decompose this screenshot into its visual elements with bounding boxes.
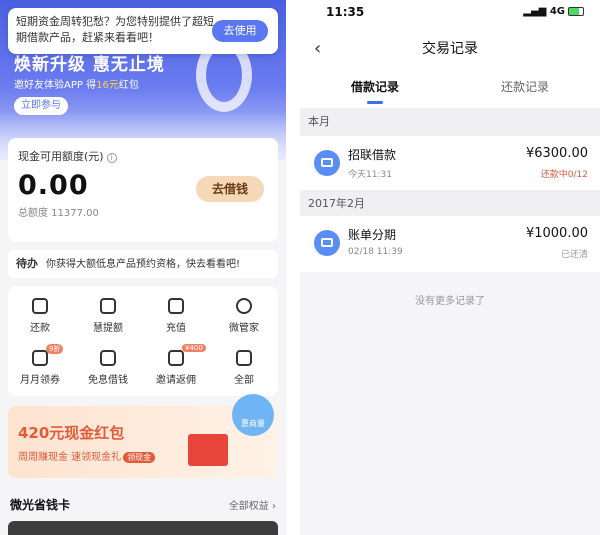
- grid-item-interest-free[interactable]: 免息借钱: [78, 350, 138, 386]
- floating-bubble[interactable]: 惠商量: [232, 394, 274, 436]
- grid-item-repay[interactable]: 还款: [10, 298, 70, 334]
- month-header: 2017年2月: [300, 190, 600, 218]
- butler-icon: [236, 298, 252, 314]
- info-icon[interactable]: i: [106, 153, 117, 163]
- tab-bar: 借款记录 还款记录: [300, 72, 600, 108]
- page-title: 交易记录: [422, 41, 478, 57]
- status-bar: 11:35 ▂▄▆ 4G: [300, 0, 600, 24]
- chevron-right-icon: ›: [272, 501, 276, 512]
- todo-label: 待办: [16, 257, 38, 270]
- status-time: 11:35: [326, 5, 365, 19]
- grid-item-coupon[interactable]: 9折 月月领券: [10, 344, 70, 386]
- loan-icon: [314, 150, 340, 176]
- raise-limit-icon: [100, 298, 116, 314]
- battery-icon: [568, 6, 584, 16]
- invite-tag: ¥400: [182, 344, 206, 352]
- grid-item-butler[interactable]: 微管家: [214, 298, 274, 334]
- recharge-icon: [168, 298, 184, 314]
- transaction-records-screen: 11:35 ▂▄▆ 4G ‹ 交易记录 借款记录 还款记录 本月 招联借款 今天…: [300, 0, 600, 535]
- month-header: 本月: [300, 108, 600, 136]
- promo-subtitle: 周周赚现金 速领现金礼 领现金: [18, 448, 156, 463]
- borrow-button[interactable]: 去借钱: [196, 176, 264, 202]
- total-limit: 总额度 11377.00: [18, 208, 99, 219]
- network-type: 4G: [549, 6, 565, 17]
- todo-text: 你获得大额低息产品预约资格，快去看看吧!: [46, 259, 241, 270]
- todo-bar[interactable]: 待办 你获得大额低息产品预约资格，快去看看吧!: [8, 250, 278, 278]
- record-time: 今天11:31: [348, 170, 392, 180]
- grid-item-recharge[interactable]: 充值: [146, 298, 206, 334]
- coupon-icon: [32, 350, 48, 366]
- record-amount: ¥1000.00: [525, 226, 588, 241]
- use-button[interactable]: 去使用: [212, 20, 268, 42]
- signal-icon: ▂▄▆: [523, 6, 547, 17]
- all-benefits-link[interactable]: 全部权益 ›: [229, 497, 276, 512]
- repay-icon: [32, 298, 48, 314]
- no-more-records: 没有更多记录了: [415, 296, 485, 307]
- notification-text: 短期资金周转犯愁？为您特别提供了超短期借款产品，赶紧来看看吧！: [16, 15, 214, 44]
- active-tab-indicator: [367, 101, 383, 104]
- grid-item-all[interactable]: 全部: [214, 350, 274, 386]
- coupon-tag: 9折: [46, 344, 64, 354]
- service-grid: 还款 慧提额 充值 微管家 9折 月月领券 免息借钱 ¥400 邀请返佣 全部: [8, 286, 278, 396]
- record-row[interactable]: 账单分期 02/18 11:39 ¥1000.00 已还清: [300, 216, 600, 272]
- join-button[interactable]: 立即参与: [14, 97, 68, 115]
- cash-promo-card[interactable]: 420元现金红包 周周赚现金 速领现金礼 领现金 惠商量: [8, 394, 278, 478]
- record-time: 02/18 11:39: [348, 247, 403, 257]
- more-icon: [236, 350, 252, 366]
- record-name: 招联借款: [348, 148, 397, 162]
- record-amount: ¥6300.00: [525, 146, 588, 161]
- credit-card-panel: 现金可用额度(元) i 0.00 总额度 11377.00 去借钱: [8, 138, 278, 242]
- claim-cash-button[interactable]: 领现金: [123, 452, 156, 463]
- promo-title: 420元现金红包: [18, 424, 125, 442]
- banner-subtext: 邀好友体验APP 得16元红包: [14, 80, 139, 91]
- installment-icon: [314, 230, 340, 256]
- credit-label: 现金可用额度(元) i: [18, 148, 268, 164]
- tab-repay-records[interactable]: 还款记录: [475, 78, 575, 95]
- nav-bar: ‹ 交易记录: [300, 24, 600, 72]
- section-title: 微光省钱卡: [10, 498, 71, 512]
- grid-item-raise-limit[interactable]: 慧提额: [78, 298, 138, 334]
- record-status: 还款中0/12: [540, 170, 588, 180]
- gift-box-icon: [188, 434, 228, 466]
- tab-borrow-records[interactable]: 借款记录: [325, 78, 425, 104]
- record-row[interactable]: 招联借款 今天11:31 ¥6300.00 还款中0/12: [300, 136, 600, 192]
- notification-card[interactable]: 短期资金周转犯愁？为您特别提供了超短期借款产品，赶紧来看看吧！ 去使用: [8, 8, 278, 54]
- invite-icon: [168, 350, 184, 366]
- home-screen: 焕新升级 惠无止境 邀好友体验APP 得16元红包 立即参与 短期资金周转犯愁？…: [0, 0, 286, 535]
- grid-item-invite[interactable]: ¥400 邀请返佣: [146, 344, 206, 386]
- record-status: 已还清: [560, 250, 588, 260]
- record-name: 账单分期: [348, 228, 397, 242]
- interest-free-icon: [100, 350, 116, 366]
- savings-card-preview[interactable]: [8, 521, 278, 535]
